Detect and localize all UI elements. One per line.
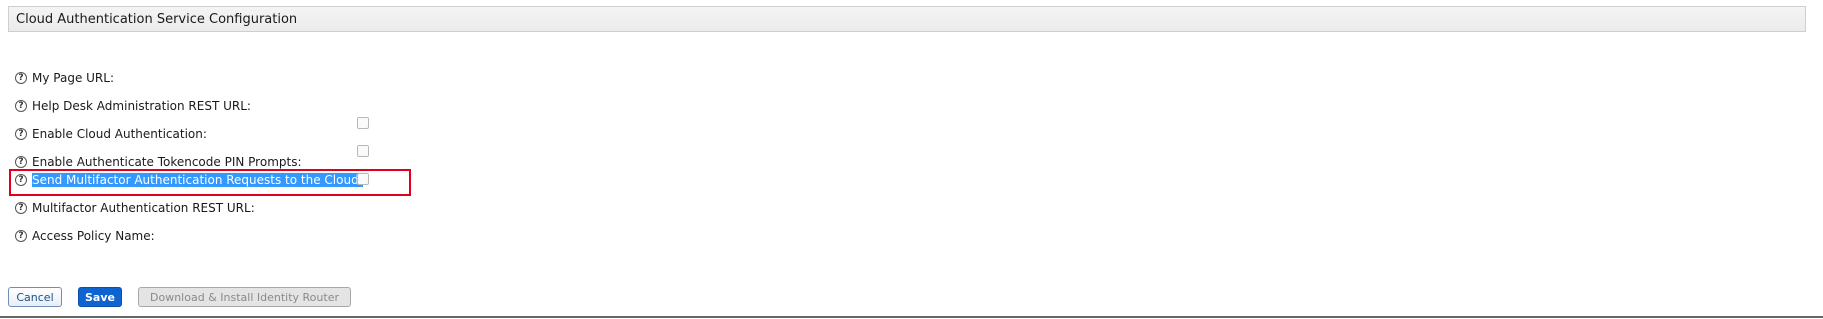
download-install-identity-router-button[interactable]: Download & Install Identity Router: [138, 287, 351, 307]
mfa-rest-url-label: Multifactor Authentication REST URL:: [32, 201, 255, 215]
question-mark-icon[interactable]: ?: [15, 156, 27, 168]
question-mark-icon[interactable]: ?: [15, 202, 27, 214]
form-row-access-policy-name: ? Access Policy Name:: [15, 226, 395, 246]
question-mark-icon[interactable]: ?: [15, 72, 27, 84]
form-row-help-desk-rest-url: ? Help Desk Administration REST URL:: [15, 96, 395, 116]
send-mfa-to-cloud-label: Send Multifactor Authentication Requests…: [32, 173, 363, 187]
page: Cloud Authentication Service Configurati…: [0, 0, 1823, 319]
access-policy-name-label: Access Policy Name:: [32, 229, 155, 243]
form-row-enable-cloud-auth: ? Enable Cloud Authentication:: [15, 124, 395, 144]
enable-tokencode-pin-checkbox[interactable]: [357, 145, 369, 157]
save-button[interactable]: Save: [78, 287, 122, 307]
question-mark-icon[interactable]: ?: [15, 100, 27, 112]
form-row-my-page-url: ? My Page URL:: [15, 68, 395, 88]
section-title: Cloud Authentication Service Configurati…: [16, 11, 298, 27]
bottom-divider: [0, 316, 1823, 318]
send-mfa-to-cloud-checkbox[interactable]: [357, 173, 369, 185]
form-row-mfa-rest-url: ? Multifactor Authentication REST URL:: [15, 198, 395, 218]
cancel-button[interactable]: Cancel: [8, 287, 62, 307]
enable-cloud-auth-label: Enable Cloud Authentication:: [32, 127, 207, 141]
question-mark-icon[interactable]: ?: [15, 174, 27, 186]
enable-cloud-auth-checkbox[interactable]: [357, 117, 369, 129]
my-page-url-label: My Page URL:: [32, 71, 114, 85]
question-mark-icon[interactable]: ?: [15, 128, 27, 140]
question-mark-icon[interactable]: ?: [15, 230, 27, 242]
section-header: Cloud Authentication Service Configurati…: [8, 6, 1806, 32]
form-row-send-mfa-to-cloud: ? Send Multifactor Authentication Reques…: [15, 170, 395, 190]
help-desk-rest-url-label: Help Desk Administration REST URL:: [32, 99, 251, 113]
enable-tokencode-pin-label: Enable Authenticate Tokencode PIN Prompt…: [32, 155, 302, 169]
